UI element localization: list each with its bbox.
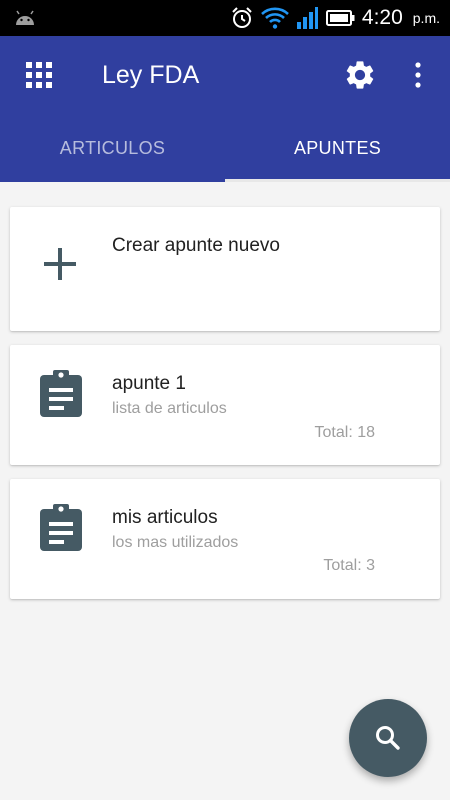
alarm-icon (232, 7, 252, 28)
note-total: Total: 3 (323, 557, 375, 574)
signal-icon (296, 7, 318, 29)
android-icon (16, 10, 34, 25)
status-bar: 4:20 p.m. (0, 0, 450, 36)
gear-icon[interactable] (343, 58, 377, 92)
wifi-icon (261, 7, 289, 29)
create-note-label: Crear apunte nuevo (112, 235, 280, 256)
tab-apuntes[interactable]: APUNTES (225, 128, 450, 182)
clock-ampm: p.m. (412, 10, 440, 26)
clipboard-icon (40, 370, 82, 417)
app-bar: Ley FDA ARTICULOS APUNTES (0, 36, 450, 182)
note-subtitle: lista de articulos (112, 400, 227, 417)
more-vert-icon[interactable] (408, 60, 428, 90)
clock-time: 4:20 (361, 6, 403, 29)
apps-grid-icon[interactable] (24, 60, 54, 90)
note-title: mis articulos (112, 507, 218, 528)
search-fab-button[interactable] (349, 699, 427, 777)
create-note-card[interactable]: Crear apunte nuevo (10, 207, 440, 331)
tab-bar: ARTICULOS APUNTES (0, 128, 450, 182)
note-subtitle: los mas utilizados (112, 534, 239, 551)
tab-articulos[interactable]: ARTICULOS (0, 128, 225, 182)
note-card[interactable]: mis articulos los mas utilizados Total: … (10, 479, 440, 599)
note-title: apunte 1 (112, 373, 186, 394)
page-title: Ley FDA (102, 61, 200, 89)
search-icon (376, 726, 400, 750)
note-total: Total: 18 (314, 424, 375, 441)
note-card[interactable]: apunte 1 lista de articulos Total: 18 (10, 345, 440, 465)
battery-icon (325, 10, 355, 26)
clipboard-icon (40, 504, 82, 551)
plus-icon (44, 248, 76, 280)
